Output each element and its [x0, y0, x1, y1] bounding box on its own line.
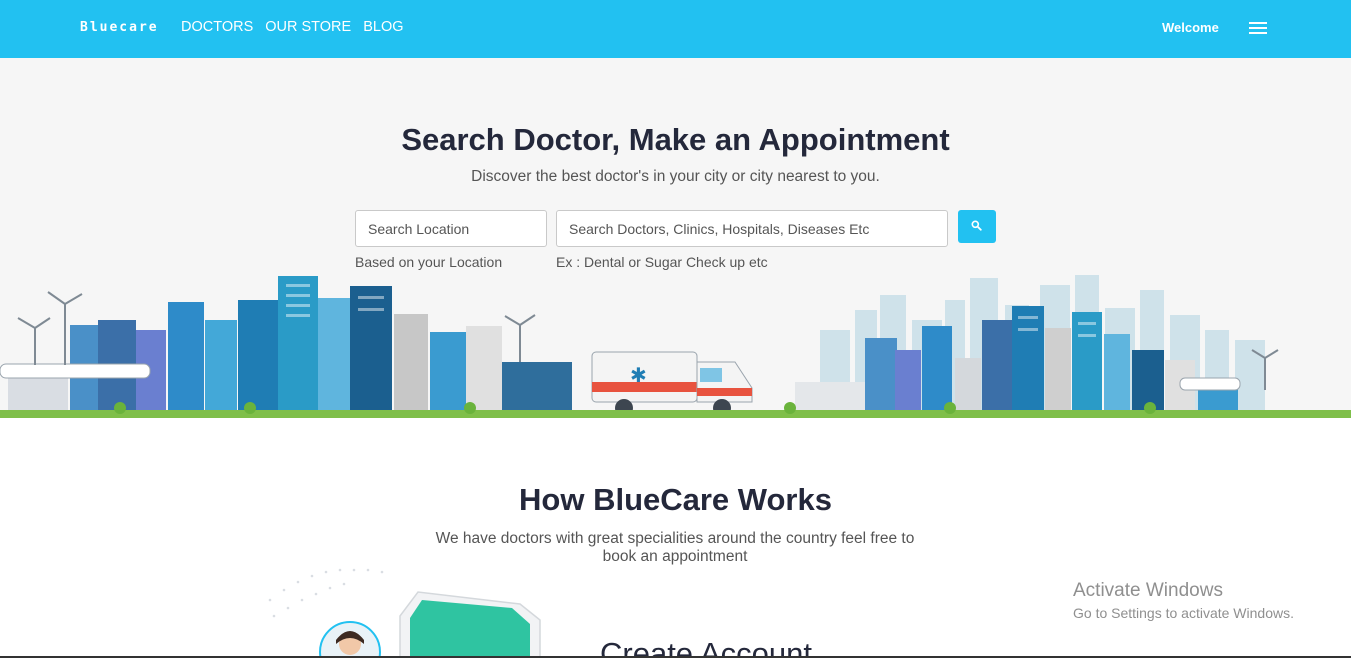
how-it-works-title: How BlueCare Works — [519, 482, 832, 517]
phone-illustration — [268, 568, 541, 658]
menu-icon[interactable] — [1249, 21, 1267, 35]
top-navbar: Bluecare DOCTORS OUR STORE BLOG Welcome — [0, 0, 1351, 58]
nav-links: DOCTORS OUR STORE BLOG — [181, 19, 404, 35]
search-hint: Ex : Dental or Sugar Check up etc — [556, 254, 768, 270]
activate-windows-title: Activate Windows — [1073, 580, 1223, 601]
location-hint: Based on your Location — [355, 254, 503, 270]
nav-link-doctors[interactable]: DOCTORS — [181, 19, 253, 35]
welcome-link[interactable]: Welcome — [1162, 20, 1219, 35]
hero-title: Search Doctor, Make an Appointment — [401, 122, 950, 157]
location-search-input[interactable] — [355, 210, 547, 247]
activate-windows-subtitle: Go to Settings to activate Windows. — [1073, 605, 1294, 621]
nav-link-blog[interactable]: BLOG — [363, 19, 403, 35]
search-icon — [971, 220, 982, 231]
hero-section: Search Doctor, Make an Appointment Disco… — [0, 58, 1351, 418]
brand-logo[interactable]: Bluecare — [80, 20, 159, 35]
create-account-heading: Create Account — [600, 636, 812, 658]
svg-text:✱: ✱ — [630, 363, 647, 387]
doctor-search-input[interactable] — [556, 210, 948, 247]
search-button[interactable] — [958, 210, 996, 243]
nav-link-our-store[interactable]: OUR STORE — [265, 19, 351, 35]
hero-subtitle: Discover the best doctor's in your city … — [471, 168, 880, 185]
city-skyline-illustration: ✱ — [0, 275, 1351, 418]
